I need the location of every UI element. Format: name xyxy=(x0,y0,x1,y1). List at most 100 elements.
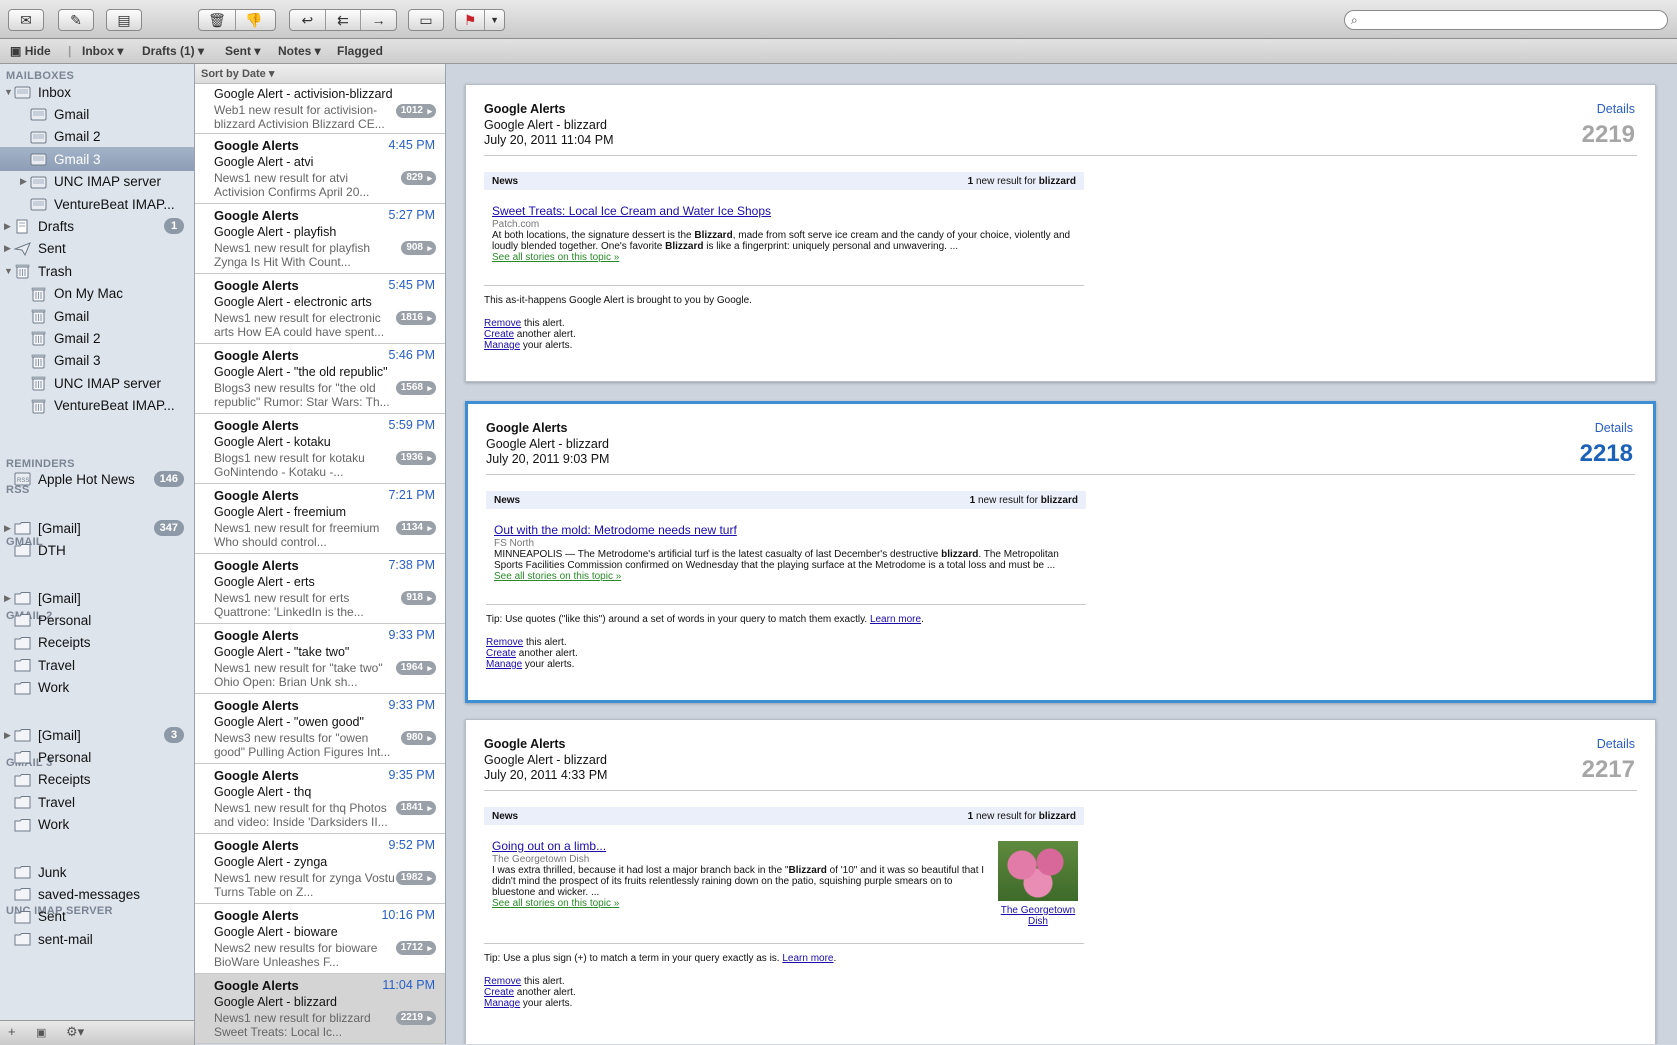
disclosure-closed-icon[interactable]: ▶ xyxy=(4,523,11,534)
sidebar-item-apple-hot-news[interactable]: RSS Apple Hot News 146 xyxy=(0,467,194,491)
thumbnail-caption-link[interactable]: The Georgetown Dish xyxy=(994,905,1082,927)
sidebar-item-trash[interactable]: ▼ Trash xyxy=(0,259,194,283)
message-row[interactable]: Google Alerts 7:38 PM Google Alert - erts N… xyxy=(195,554,445,624)
thread-count-badge[interactable]: 829 xyxy=(401,171,436,185)
sidebar-item-dth[interactable]: DTH xyxy=(0,538,194,562)
message-row[interactable]: Google Alerts 5:46 PM Google Alert - "the … xyxy=(195,344,445,414)
reply-all-icon[interactable]: ⇇ xyxy=(326,10,362,30)
thread-count-badge[interactable]: 2219 xyxy=(395,1011,436,1025)
story-title-link[interactable]: Out with the mold: Metrodome needs new t… xyxy=(494,524,1084,536)
chevron-down-icon[interactable]: ▼ xyxy=(485,10,504,30)
fav-drafts[interactable]: Drafts (1) ▾ xyxy=(142,44,204,58)
manage-alerts-link[interactable]: Manage xyxy=(484,340,520,351)
sidebar-item-on-my-mac[interactable]: On My Mac xyxy=(0,282,194,306)
sidebar-item-travel[interactable]: Travel xyxy=(0,790,194,814)
add-mailbox-icon[interactable]: + xyxy=(8,1024,16,1039)
sidebar-item-venturebeat-imap[interactable]: VentureBeat IMAP... xyxy=(0,192,194,216)
sidebar-item-unc-imap-server[interactable]: ▶ UNC IMAP server xyxy=(0,170,194,194)
details-link[interactable]: Details xyxy=(1595,421,1633,435)
sidebar-item-sent-mail[interactable]: sent-mail xyxy=(0,927,194,951)
thread-count-badge[interactable]: 1936 xyxy=(395,451,436,465)
message-row[interactable]: Google Alerts 5:59 PM Google Alert - kotak… xyxy=(195,414,445,484)
learn-more-link[interactable]: Learn more xyxy=(870,614,921,625)
message-card[interactable]: Google Alerts Google Alert - blizzard July… xyxy=(465,84,1656,382)
message-row[interactable]: Google Alerts 5:45 PM Google Alert - elect… xyxy=(195,274,445,344)
new-note-button[interactable]: ▤ xyxy=(106,9,142,31)
manage-alerts-link[interactable]: Manage xyxy=(486,659,522,670)
see-all-stories-link[interactable]: See all stories on this topic » xyxy=(492,898,987,909)
disclosure-open-icon[interactable]: ▼ xyxy=(4,266,13,276)
thread-count-badge[interactable]: 1982 xyxy=(395,871,436,885)
sidebar-item-gmail-3[interactable]: Gmail 3 xyxy=(0,349,194,373)
sidebar-item-gmail[interactable]: ▶ [Gmail] 3 xyxy=(0,723,194,747)
story-title-link[interactable]: Going out on a limb... xyxy=(492,840,987,852)
gear-icon[interactable]: ⚙▾ xyxy=(66,1024,84,1040)
message-row[interactable]: Google Alerts 9:33 PM Google Alert - "owen… xyxy=(195,694,445,764)
create-alert-link[interactable]: Create xyxy=(484,987,514,998)
hide-button[interactable]: ▣ Hide xyxy=(10,44,51,58)
sidebar-item-receipts[interactable]: Receipts xyxy=(0,768,194,792)
message-row[interactable]: Google Alerts 9:52 PM Google Alert - zynga… xyxy=(195,834,445,904)
compose-button[interactable]: ✎ xyxy=(58,9,94,31)
sidebar-item-sent[interactable]: ▶ Sent xyxy=(0,237,194,261)
sidebar-item-saved-messages[interactable]: saved-messages xyxy=(0,882,194,906)
get-mail-button[interactable]: ✉ xyxy=(8,9,44,31)
thread-count-badge[interactable]: 918 xyxy=(401,591,436,605)
show-activity-icon[interactable]: ▣ xyxy=(36,1026,46,1039)
thread-count-badge[interactable]: 1816 xyxy=(395,311,436,325)
story-title-link[interactable]: Sweet Treats: Local Ice Cream and Water … xyxy=(492,205,1082,217)
sidebar-item-travel[interactable]: Travel xyxy=(0,653,194,677)
sidebar-item-work[interactable]: Work xyxy=(0,676,194,700)
flag-icon[interactable]: ⚑ xyxy=(456,10,486,30)
message-row[interactable]: Google Alerts 10:16 PM Google Alert - biow… xyxy=(195,904,445,974)
sidebar-item-work[interactable]: Work xyxy=(0,813,194,837)
sidebar-item-venturebeat-imap[interactable]: VentureBeat IMAP... xyxy=(0,394,194,418)
sidebar-item-gmail[interactable]: Gmail xyxy=(0,102,194,126)
sidebar-item-gmail-2[interactable]: Gmail 2 xyxy=(0,326,194,350)
junk-icon[interactable]: 👎 xyxy=(236,10,272,30)
fav-inbox[interactable]: Inbox ▾ xyxy=(82,44,123,58)
sidebar-item-drafts[interactable]: ▶ Drafts 1 xyxy=(0,214,194,238)
sidebar-item-receipts[interactable]: Receipts xyxy=(0,631,194,655)
disclosure-closed-icon[interactable]: ▶ xyxy=(20,176,27,187)
see-all-stories-link[interactable]: See all stories on this topic » xyxy=(492,252,1082,263)
forward-icon[interactable]: → xyxy=(361,10,396,30)
sidebar-item-sent[interactable]: Sent xyxy=(0,905,194,929)
reply-icon[interactable]: ↩ xyxy=(290,10,326,30)
thread-count-badge[interactable]: 1964 xyxy=(395,661,436,675)
message-card[interactable]: Google Alerts Google Alert - blizzard July… xyxy=(465,401,1656,703)
message-card[interactable]: Google Alerts Google Alert - blizzard July… xyxy=(465,719,1656,1044)
message-row[interactable]: Google Alerts 5:27 PM Google Alert - playf… xyxy=(195,204,445,274)
sidebar-item-unc-imap-server[interactable]: UNC IMAP server xyxy=(0,371,194,395)
search-input[interactable] xyxy=(1367,13,1661,29)
sidebar-item-gmail-3[interactable]: Gmail 3 xyxy=(0,147,194,172)
details-link[interactable]: Details xyxy=(1597,102,1635,116)
message-row[interactable]: Google Alerts 9:33 PM Google Alert - "take… xyxy=(195,624,445,694)
message-row[interactable]: Google Alerts 7:21 PM Google Alert - freem… xyxy=(195,484,445,554)
archive-button[interactable]: ▭ xyxy=(408,9,444,31)
message-row[interactable]: Google Alert - activision-blizzard Web1 n… xyxy=(195,84,445,134)
disclosure-closed-icon[interactable]: ▶ xyxy=(4,730,11,741)
thread-count-badge[interactable]: 1841 xyxy=(395,801,436,815)
remove-alert-link[interactable]: Remove xyxy=(486,637,523,648)
sidebar-item-personal[interactable]: Personal xyxy=(0,608,194,632)
story-thumbnail[interactable] xyxy=(998,841,1078,901)
search-field[interactable]: ⌕ xyxy=(1344,10,1668,30)
disclosure-open-icon[interactable]: ▼ xyxy=(4,87,13,97)
delete-icon[interactable]: 🗑 xyxy=(199,10,236,30)
learn-more-link[interactable]: Learn more xyxy=(782,953,833,964)
thread-count-badge[interactable]: 1568 xyxy=(395,381,436,395)
create-alert-link[interactable]: Create xyxy=(486,648,516,659)
message-row[interactable]: Google Alerts 4:45 PM Google Alert - atvi N… xyxy=(195,134,445,204)
message-row[interactable]: Google Alerts 11:04 PM Google Alert - bliz… xyxy=(195,974,445,1044)
sidebar-item-inbox[interactable]: ▼ Inbox xyxy=(0,80,194,104)
disclosure-closed-icon[interactable]: ▶ xyxy=(4,243,11,254)
disclosure-closed-icon[interactable]: ▶ xyxy=(4,221,11,232)
thread-count-badge[interactable]: 1012 xyxy=(395,104,436,118)
remove-alert-link[interactable]: Remove xyxy=(484,976,521,987)
thread-count-badge[interactable]: 908 xyxy=(401,241,436,255)
sidebar-item-gmail[interactable]: ▶ [Gmail] 347 xyxy=(0,516,194,540)
sidebar-item-personal[interactable]: Personal xyxy=(0,745,194,769)
sidebar-item-gmail-2[interactable]: Gmail 2 xyxy=(0,125,194,149)
create-alert-link[interactable]: Create xyxy=(484,329,514,340)
